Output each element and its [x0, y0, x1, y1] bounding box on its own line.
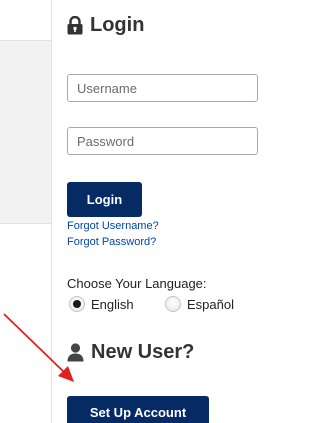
language-label: Choose Your Language:	[67, 276, 207, 291]
new-user-heading: New User?	[67, 341, 194, 364]
radio-selected-dot	[73, 300, 81, 308]
espanol-radio[interactable]	[165, 296, 181, 312]
left-panel	[0, 40, 51, 224]
forgot-password-link[interactable]: Forgot Password?	[67, 236, 156, 248]
forgot-username-link[interactable]: Forgot Username?	[67, 220, 159, 232]
login-button[interactable]: Login	[67, 182, 142, 217]
espanol-label: Español	[187, 296, 234, 312]
set-up-account-button[interactable]: Set Up Account	[67, 396, 209, 423]
login-heading-text: Login	[90, 14, 145, 36]
english-label: English	[91, 296, 134, 312]
language-option-espanol[interactable]: Español	[165, 296, 234, 312]
login-heading: Login	[67, 14, 144, 37]
new-user-heading-text: New User?	[91, 341, 195, 363]
username-field[interactable]	[67, 74, 258, 102]
red-arrow-icon	[3, 313, 74, 382]
lock-icon	[67, 16, 83, 35]
login-page: Login Login Forgot Username? Forgot Pass…	[0, 0, 281, 423]
password-field[interactable]	[67, 127, 258, 155]
